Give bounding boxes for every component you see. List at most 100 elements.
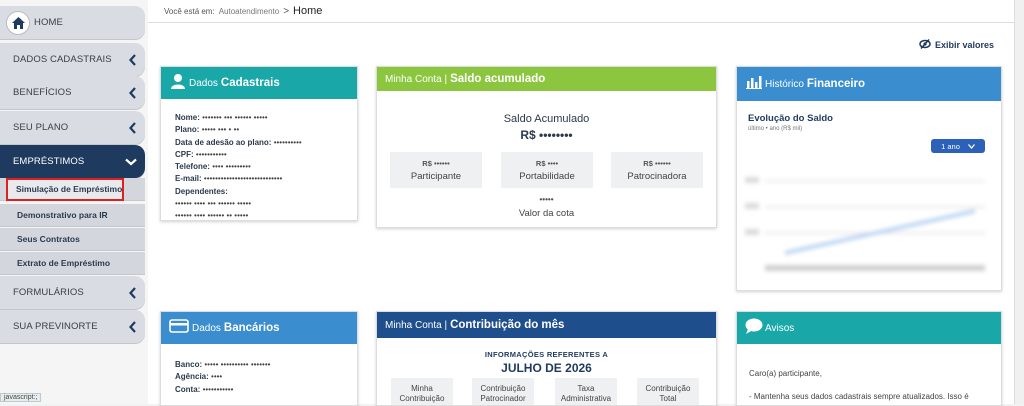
saldo-box-label: Patrocinadora	[627, 171, 687, 182]
field-banco: Banco: ••••• •••••••••• •••••••	[175, 360, 271, 369]
info-reference: INFORMAÇÕES REFERENTES A	[484, 350, 609, 359]
eye-slash-icon	[919, 39, 931, 51]
submenu-item-simulacao[interactable]: Simulação de Empréstimo	[6, 178, 124, 201]
credit-card-icon	[169, 318, 189, 338]
sidebar-item-emprestimos[interactable]: EMPRÉSTIMOS	[0, 145, 145, 178]
sidebar-item-sua-previnorte[interactable]: SUA PREVINORTE	[0, 310, 145, 343]
chevron-left-icon	[129, 310, 137, 343]
breadcrumb-prefix: Você está em:	[164, 6, 215, 16]
field-email: E-mail: ••••••••••••••••••••••••••••	[175, 174, 283, 184]
sidebar-item-label: FORMULÁRIOS	[13, 287, 84, 298]
dados-cadastrais-fields: Nome: ••••••• ••• •••••• ••••• Plano: ••…	[175, 112, 353, 223]
card-header: Dados Bancários	[161, 312, 357, 344]
toggle-values-label: Exibir valores	[934, 40, 994, 50]
chevron-left-icon	[129, 43, 137, 76]
bar-chart-icon	[746, 75, 762, 94]
submenu-item-label: Seus Contratos	[17, 234, 80, 244]
sidebar-item-dados-cadastrais[interactable]: DADOS CADASTRAIS	[0, 43, 145, 76]
field-dependentes: Dependentes:	[175, 186, 228, 196]
chevron-left-icon	[129, 76, 137, 109]
card-title: Bancários	[223, 322, 280, 334]
card-title-prefix: Minha Conta |	[385, 73, 448, 85]
card-header: Dados Cadastrais	[161, 67, 357, 99]
sidebar-item-formularios[interactable]: FORMULÁRIOS	[0, 276, 145, 309]
saldo-total: R$ ••••••••	[520, 128, 573, 142]
field-plano: Plano: ••••• ••• • ••	[175, 125, 240, 135]
card-title-prefix: Minha Conta |	[385, 319, 448, 331]
saldo-box-participante: R$ •••••• Participante	[390, 152, 482, 188]
saldo-heading: Saldo Acumulado	[503, 113, 590, 125]
chart-title: Evolução do Saldo	[748, 113, 833, 124]
card-title: Contribuição do mês	[450, 319, 565, 331]
saldo-box-patrocinadora: R$ •••••• Patrocinadora	[611, 152, 703, 188]
sidebar-item-label: EMPRÉSTIMOS	[13, 156, 85, 167]
field-telefone: Telefone: •••• •••••••••	[175, 162, 251, 172]
breadcrumb: Você está em: Autoatendimento > Home	[164, 5, 322, 17]
chevron-left-icon	[129, 276, 137, 309]
submenu-item-label: Simulação de Empréstimo	[16, 184, 123, 194]
period-select[interactable]: 1 ano	[931, 139, 985, 153]
sidebar-item-label: SUA PREVINORTE	[13, 321, 98, 332]
main-content: Você está em: Autoatendimento > Home Exi…	[148, 0, 1014, 406]
aviso-line: - Mantenha seus dados cadastrais sempre …	[749, 392, 969, 401]
card-title-prefix: Dados	[189, 77, 218, 89]
card-dados-bancarios: Dados Bancários Banco: ••••• •••••••••• …	[160, 311, 358, 406]
dados-bancarios-fields: Banco: ••••• •••••••••• ••••••• Agência:…	[175, 359, 270, 396]
saldo-box-value: R$ ••••••	[422, 159, 450, 168]
submenu-item-extrato[interactable]: Extrato de Empréstimo	[0, 252, 145, 275]
submenu-item-label: Demonstrativo para IR	[17, 210, 108, 220]
scrollbar[interactable]	[1014, 0, 1024, 404]
chevron-down-icon	[125, 145, 137, 178]
card-title-prefix: Histórico	[765, 78, 804, 90]
contrib-box-taxa: Taxa Administrativa	[555, 378, 617, 405]
user-icon	[170, 73, 186, 94]
card-title: Saldo acumulado	[450, 73, 546, 85]
chevron-down-icon	[967, 142, 975, 151]
status-bar-url: javascript:;	[0, 393, 42, 402]
card-header: Avisos	[737, 312, 1001, 344]
card-contribuicao-mes: Minha Conta | Contribuição do mês INFORM…	[376, 311, 717, 406]
breadcrumb-current: Home	[293, 5, 323, 17]
contrib-box-patrocinador: Contribuição Patrocinador	[472, 378, 534, 405]
balance-chart	[745, 167, 993, 277]
submenu-item-demonstrativo-ir[interactable]: Demonstrativo para IR	[0, 204, 145, 227]
sidebar-item-label: DADOS CADASTRAIS	[13, 54, 112, 65]
contrib-box-minha: Minha Contribuição	[391, 378, 453, 405]
aviso-greeting: Caro(a) participante,	[749, 369, 822, 378]
card-dados-cadastrais: Dados Cadastrais Nome: ••••••• ••• •••••…	[160, 66, 358, 221]
sidebar-item-label: SEU PLANO	[13, 122, 69, 133]
saldo-box-portabilidade: R$ •••• Portabilidade	[501, 152, 593, 188]
toggle-values-button[interactable]: Exibir valores	[919, 39, 994, 51]
sidebar: HOME DADOS CADASTRAIS BENEFÍCIOS SEU PLA…	[0, 0, 148, 404]
card-title: Cadastrais	[220, 77, 280, 89]
breadcrumb-section[interactable]: Autoatendimento	[219, 7, 280, 16]
field-conta: Conta: •••••••••••	[175, 384, 234, 394]
saldo-box-value: R$ ••••••	[643, 159, 671, 168]
breadcrumb-separator: >	[283, 5, 290, 17]
dependent-1: •••••• •••• ••• •••••• •••••	[175, 199, 252, 209]
chart-subtitle: último • ano (R$ mil)	[748, 126, 803, 132]
field-data-adesao: Data de adesão ao plano: ••••••••••	[175, 137, 302, 147]
sidebar-item-seu-plano[interactable]: SEU PLANO	[0, 111, 145, 144]
chevron-left-icon	[129, 111, 137, 144]
card-title: Avisos	[765, 322, 795, 334]
sidebar-item-label: BENEFÍCIOS	[13, 87, 72, 98]
saldo-box-label: Portabilidade	[519, 171, 575, 182]
saldo-box-label: Participante	[410, 171, 462, 182]
sidebar-item-label: HOME	[34, 17, 63, 28]
card-title-prefix: Dados	[192, 322, 221, 334]
card-header: Minha Conta | Contribuição do mês	[377, 312, 716, 338]
quota-value: •••••	[539, 195, 554, 204]
card-avisos: Avisos Caro(a) participante, - Mantenha …	[736, 311, 1002, 406]
card-saldo-acumulado: Minha Conta | Saldo acumulado Saldo Acum…	[376, 66, 717, 228]
home-icon	[6, 10, 30, 35]
card-header: Minha Conta | Saldo acumulado	[377, 67, 716, 91]
dependent-2: •••••• •••• •••••• •• •••••	[175, 211, 249, 221]
sidebar-item-home[interactable]: HOME	[0, 6, 145, 39]
saldo-box-value: R$ ••••	[535, 159, 559, 168]
card-title: Financeiro	[806, 78, 866, 90]
reference-month: JULHO DE 2026	[501, 361, 592, 375]
period-select-value: 1 ano	[941, 141, 960, 151]
sidebar-item-beneficios[interactable]: BENEFÍCIOS	[0, 76, 145, 109]
submenu-item-contratos[interactable]: Seus Contratos	[0, 228, 145, 251]
